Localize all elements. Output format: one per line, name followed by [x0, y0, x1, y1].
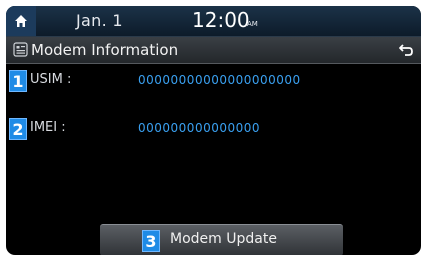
date-display: Jan. 1: [76, 11, 123, 30]
back-button[interactable]: [397, 40, 415, 60]
status-bar: Jan. 1 12:00 AM: [6, 6, 421, 37]
imei-value: 000000000000000: [138, 121, 261, 135]
ampm-indicator: AM: [247, 20, 258, 28]
usim-label: USIM :: [30, 72, 72, 87]
usim-row: 1 USIM : 00000000000000000000: [6, 70, 421, 92]
imei-row: 2 IMEI : 000000000000000: [6, 118, 421, 140]
modem-update-button[interactable]: 3 Modem Update: [100, 224, 343, 255]
head-unit-screen: Jan. 1 12:00 AM Modem Information 1 USIM…: [6, 6, 421, 255]
home-icon: [15, 15, 27, 27]
title-bar: Modem Information: [6, 37, 421, 64]
back-arrow-icon: [399, 44, 413, 56]
time-display: 12:00: [192, 8, 250, 32]
usim-value: 00000000000000000000: [138, 73, 301, 87]
page-title: Modem Information: [31, 41, 179, 59]
modem-info-icon: [13, 42, 28, 57]
callout-number: 3: [142, 230, 160, 252]
callout-number: 2: [9, 118, 27, 140]
home-button[interactable]: [6, 6, 36, 36]
imei-label: IMEI :: [30, 120, 66, 135]
callout-number: 1: [9, 70, 27, 92]
modem-update-label: Modem Update: [170, 231, 277, 247]
